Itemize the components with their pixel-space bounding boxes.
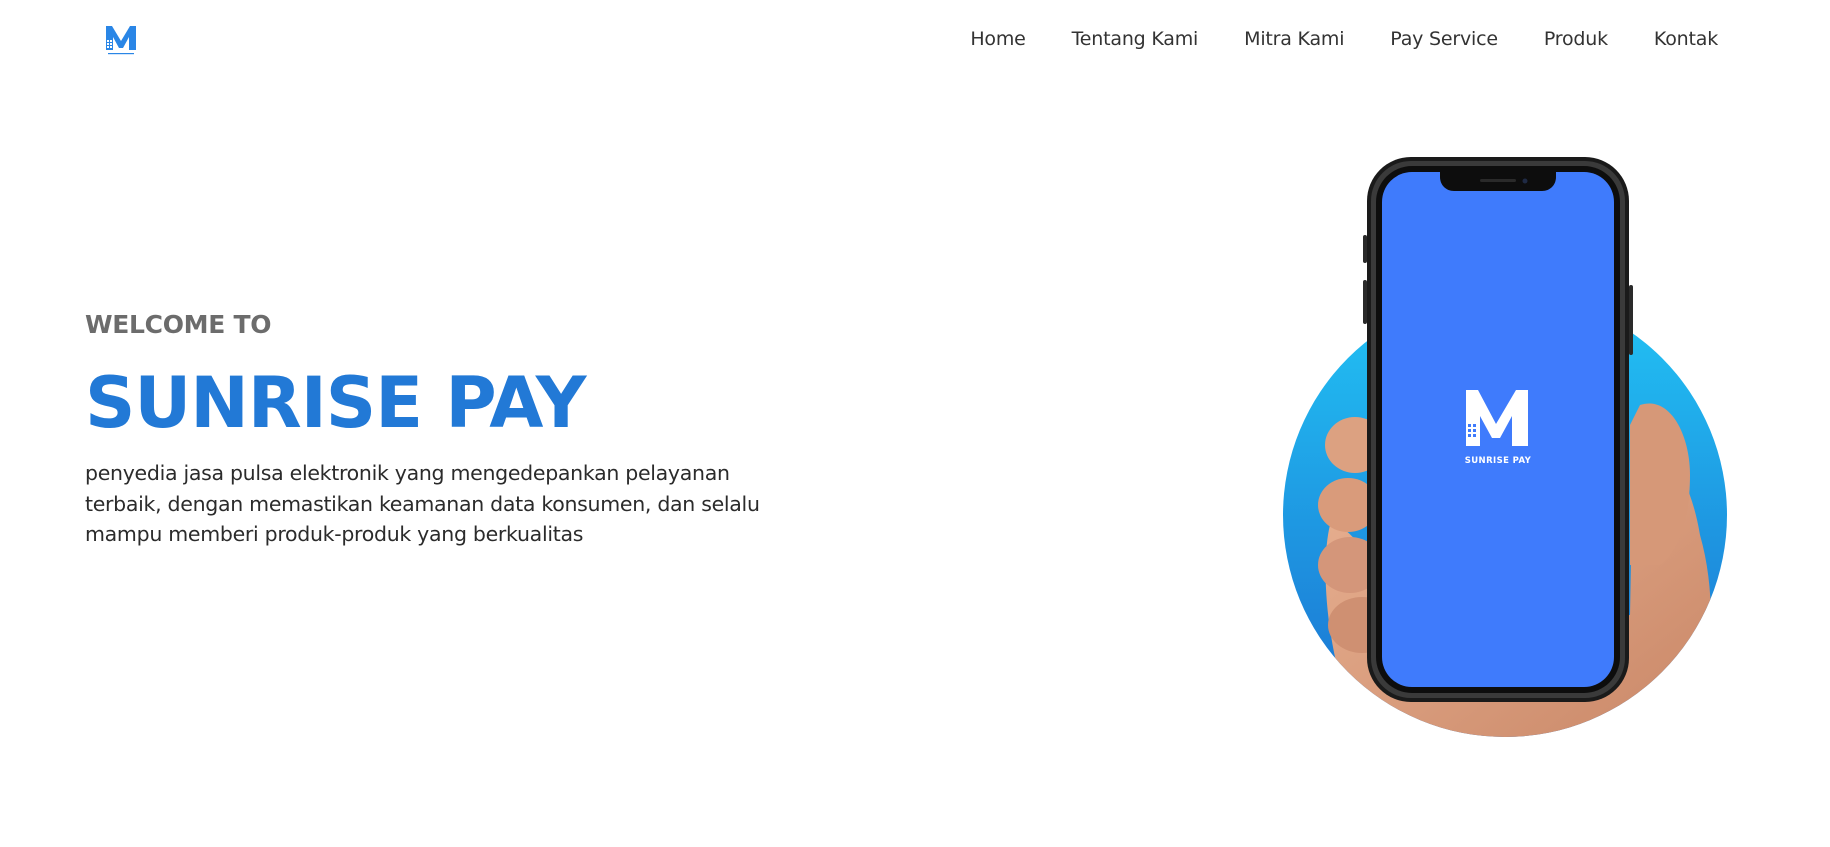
nav-item-mitra-kami[interactable]: Mitra Kami [1244,28,1344,50]
brand-logo-icon[interactable] [104,20,138,60]
hero-phone-illustration: SUNRISE PAY [1270,145,1740,745]
hero-title: SUNRISE PAY [85,362,586,444]
nav-item-pay-service[interactable]: Pay Service [1390,28,1498,50]
nav-item-tentang-kami[interactable]: Tentang Kami [1072,28,1199,50]
site-header: Home Tentang Kami Mitra Kami Pay Service… [0,0,1830,84]
nav-item-home[interactable]: Home [970,28,1026,50]
nav-item-kontak[interactable]: Kontak [1654,28,1718,50]
nav-item-produk[interactable]: Produk [1544,28,1608,50]
screen-brand-text: SUNRISE PAY [1465,456,1532,466]
hero-section: WELCOME TO SUNRISE PAY penyedia jasa pul… [85,310,825,550]
hero-eyebrow: WELCOME TO [85,310,272,339]
hero-description: penyedia jasa pulsa elektronik yang meng… [85,461,760,546]
main-nav: Home Tentang Kami Mitra Kami Pay Service… [970,28,1718,50]
